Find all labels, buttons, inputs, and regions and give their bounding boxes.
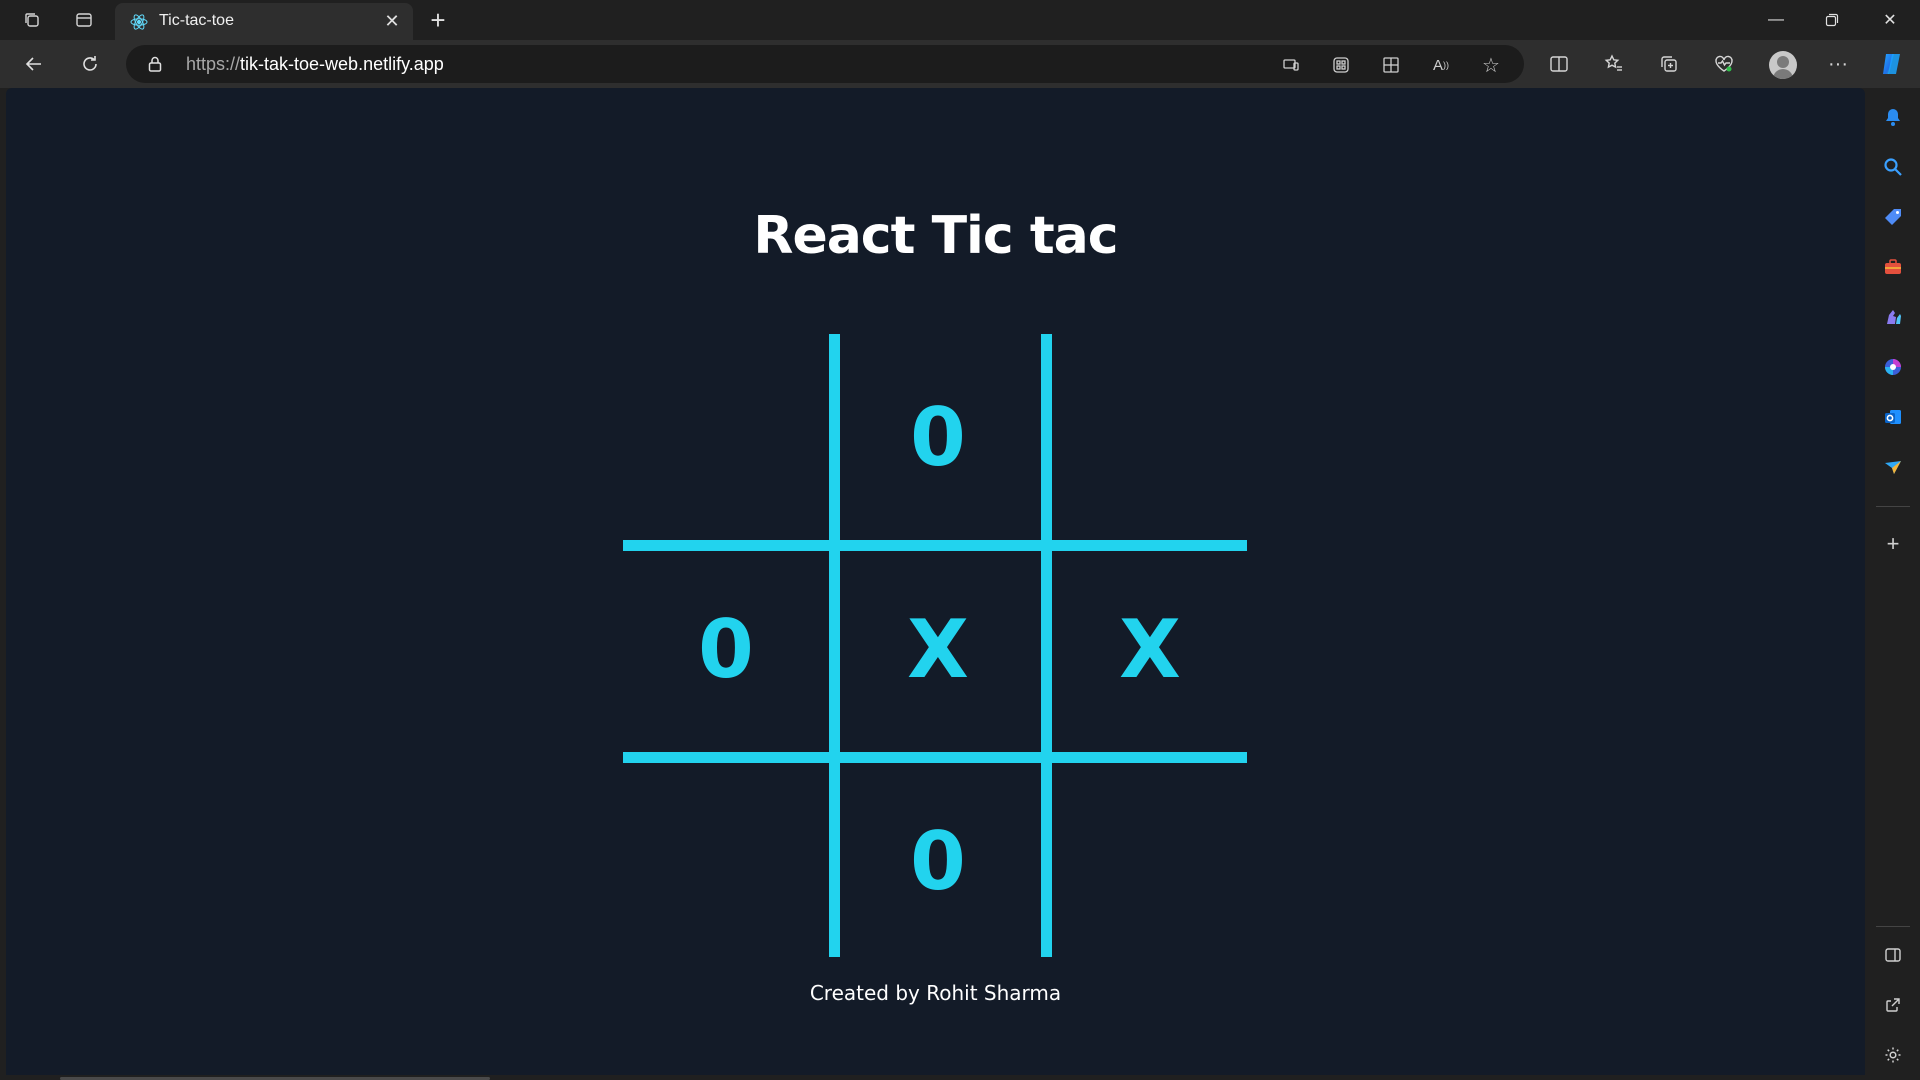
board-cell-1[interactable] — [626, 337, 826, 537]
collections-icon[interactable] — [1653, 48, 1685, 80]
board-cell-3[interactable] — [1050, 337, 1250, 537]
refresh-icon[interactable] — [74, 48, 106, 80]
address-bar[interactable]: https://tik-tak-toe-web.netlify.app A)) … — [126, 45, 1524, 83]
navigation-toolbar: https://tik-tak-toe-web.netlify.app A)) … — [0, 40, 1920, 88]
close-window-icon[interactable]: ✕ — [1868, 4, 1912, 36]
profile-avatar[interactable] — [1769, 51, 1797, 79]
tools-icon[interactable] — [1879, 253, 1907, 281]
edge-sidebar: + — [1866, 88, 1920, 1080]
board-cell-8[interactable]: 0 — [838, 761, 1038, 961]
app-available-icon[interactable] — [1328, 52, 1354, 78]
minimize-icon[interactable]: — — [1754, 4, 1798, 36]
search-icon[interactable] — [1879, 153, 1907, 181]
page-title: React Tic tac — [753, 206, 1118, 266]
favorites-icon[interactable] — [1598, 48, 1630, 80]
board-cell-7[interactable] — [626, 761, 826, 961]
notifications-icon[interactable] — [1879, 103, 1907, 131]
drop-icon[interactable] — [1879, 453, 1907, 481]
title-bar: Tic-tac-toe ✕ + — ✕ — [0, 0, 1920, 40]
board-cell-2[interactable]: 0 — [838, 337, 1038, 537]
device-cast-icon[interactable] — [1278, 52, 1304, 78]
split-screen-icon[interactable] — [1543, 48, 1575, 80]
game-board: 0 0 X X 0 — [623, 334, 1253, 964]
read-aloud-icon[interactable]: A)) — [1428, 52, 1454, 78]
board-cell-4[interactable]: 0 — [626, 549, 826, 749]
extensions-icon[interactable] — [1378, 52, 1404, 78]
browser-essentials-icon[interactable] — [1708, 48, 1740, 80]
sidebar-divider — [1876, 506, 1910, 507]
shopping-icon[interactable] — [1879, 203, 1907, 231]
workspaces-icon[interactable] — [20, 8, 44, 32]
copilot-icon[interactable] — [1876, 48, 1908, 80]
back-arrow-icon[interactable] — [18, 48, 50, 80]
web-page: React Tic tac 0 0 X X 0 Created by Rohit… — [6, 88, 1865, 1075]
sidebar-divider — [1876, 926, 1910, 927]
open-external-icon[interactable] — [1879, 991, 1907, 1019]
board-cell-6[interactable]: X — [1050, 549, 1250, 749]
new-tab-icon[interactable]: + — [424, 5, 452, 35]
lock-icon[interactable] — [146, 55, 164, 73]
restore-icon[interactable] — [1810, 4, 1854, 36]
vertical-tabs-icon[interactable] — [72, 8, 96, 32]
hide-sidebar-icon[interactable] — [1879, 941, 1907, 969]
outlook-icon[interactable] — [1879, 403, 1907, 431]
add-icon[interactable]: + — [1879, 530, 1907, 558]
games-icon[interactable] — [1879, 303, 1907, 331]
favorite-star-icon[interactable]: ☆ — [1478, 52, 1504, 78]
board-cell-9[interactable] — [1050, 761, 1250, 961]
settings-icon[interactable] — [1879, 1041, 1907, 1069]
active-tab[interactable]: Tic-tac-toe ✕ — [115, 3, 413, 40]
board-cell-5[interactable]: X — [838, 549, 1038, 749]
more-options-icon[interactable]: ··· — [1822, 48, 1854, 80]
react-favicon-icon — [129, 12, 149, 32]
url-text[interactable]: https://tik-tak-toe-web.netlify.app — [186, 54, 444, 75]
microsoft-365-icon[interactable] — [1879, 353, 1907, 381]
footer-credit: Created by Rohit Sharma — [809, 981, 1062, 1005]
tab-title: Tic-tac-toe — [159, 12, 234, 29]
close-tab-icon[interactable]: ✕ — [381, 10, 403, 32]
